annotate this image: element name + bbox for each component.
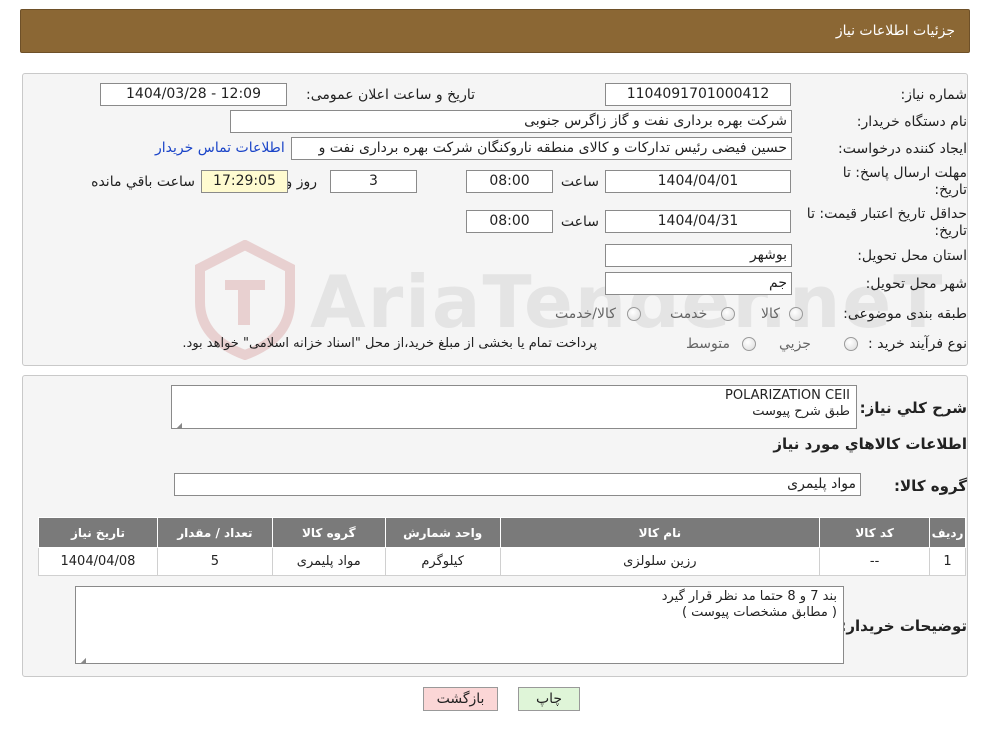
goods-group-field: مواد پلیمری — [174, 473, 861, 496]
cell-row: 1 — [929, 547, 966, 576]
print-button[interactable]: چاپ — [518, 687, 580, 711]
cell-unit: کیلوگرم — [384, 547, 501, 576]
description-textarea[interactable]: POLARIZATION CEII طبق شرح پیوست ◢ — [171, 385, 857, 430]
process-medium-label: متوسط — [686, 336, 730, 352]
announce-label: تاریخ و ساعت اعلان عمومی: — [306, 87, 475, 103]
city-label: شهر محل تحویل: — [865, 276, 967, 292]
col-row-header: رديف — [929, 517, 966, 548]
process-medium-radio[interactable] — [742, 337, 756, 351]
validity-time-field: 08:00 — [466, 210, 553, 233]
goods-table: رديف کد کالا نام کالا واحد شمارش گروه کا… — [38, 517, 966, 576]
buyer-org-field: شرکت بهره برداری نفت و گاز زاگرس جنوبی — [230, 110, 792, 133]
validity-time-label: ساعت — [560, 214, 599, 230]
cell-code: -- — [819, 547, 931, 576]
col-qty-header: تعداد / مقدار — [156, 517, 273, 548]
city-field: جم — [605, 272, 792, 295]
category-goods-radio[interactable] — [789, 307, 803, 321]
goods-table-header: رديف کد کالا نام کالا واحد شمارش گروه کا… — [38, 517, 966, 548]
description-label: شرح كلي نياز: — [859, 399, 967, 417]
days-remaining-field: 3 — [330, 170, 417, 193]
announce-datetime-field: 1404/03/28 - 12:09 — [100, 83, 287, 106]
remaining-time-field: 17:29:05 — [201, 170, 288, 193]
category-goods-service-radio[interactable] — [627, 307, 641, 321]
process-minor-label: جزیي — [779, 336, 811, 352]
validity-date-field: 1404/04/31 — [605, 210, 791, 233]
col-name-header: نام کالا — [499, 517, 821, 548]
buyer-notes-textarea[interactable]: بند 7 و 8 حتما مد نظر قرار گیرد ( مطابق … — [75, 586, 844, 665]
table-row: 1 -- رزین سلولزی کیلوگرم مواد پلیمری 5 1… — [38, 547, 966, 576]
process-minor-radio[interactable] — [844, 337, 858, 351]
description-line2: طبق شرح پیوست — [752, 404, 850, 419]
process-note: پرداخت تمام یا بخشی از مبلغ خرید،از محل … — [182, 336, 597, 351]
process-label: نوع فرآیند خرید : — [868, 336, 967, 352]
back-button[interactable]: بازگشت — [423, 687, 498, 711]
cell-group: مواد پلیمری — [271, 547, 386, 576]
col-unit-header: واحد شمارش — [384, 517, 501, 548]
buyer-org-label: نام دستگاه خریدار: — [856, 114, 967, 130]
buyer-notes-line2: ( مطابق مشخصات پیوست ) — [681, 605, 837, 620]
description-line1: POLARIZATION CEII — [725, 388, 850, 403]
cell-date: 1404/04/08 — [38, 547, 158, 576]
validity-label: حداقل تاریخ اعتبار قیمت: تا تاریخ: — [806, 206, 967, 239]
category-goods-service-label: کالا/خدمت — [555, 306, 616, 322]
remaining-label: ساعت باقي مانده — [91, 174, 195, 190]
need-number-field: 1104091701000412 — [605, 83, 791, 106]
deadline-time-field: 08:00 — [466, 170, 553, 193]
cell-name: رزین سلولزی — [499, 547, 821, 576]
goods-group-label: گروه کالا: — [894, 477, 967, 495]
resize-handle-icon[interactable]: ◢ — [78, 653, 86, 665]
deadline-date-field: 1404/04/01 — [605, 170, 791, 193]
goods-section-title: اطلاعات كالاهاي مورد نياز — [773, 435, 967, 453]
category-service-label: خدمت — [670, 306, 708, 322]
deadline-time-label: ساعت — [560, 174, 599, 190]
requester-field: حسین فیضی رئیس تدارکات و کالای منطقه نار… — [291, 137, 792, 160]
days-label: روز و — [285, 174, 318, 190]
category-goods-label: کالا — [761, 306, 780, 322]
category-label: طبقه بندی موضوعی: — [843, 306, 967, 322]
province-field: بوشهر — [605, 244, 792, 267]
cell-qty: 5 — [156, 547, 273, 576]
deadline-label: مهلت ارسال پاسخ: تا تاریخ: — [842, 165, 967, 198]
requester-label: ایجاد کننده درخواست: — [838, 141, 967, 157]
col-date-header: تاریخ نیاز — [38, 517, 158, 548]
resize-handle-icon[interactable]: ◢ — [174, 418, 182, 430]
province-label: استان محل تحویل: — [857, 248, 967, 264]
col-group-header: گروه کالا — [271, 517, 386, 548]
page-header: جزئیات اطلاعات نیاز — [20, 9, 970, 53]
buyer-notes-line1: بند 7 و 8 حتما مد نظر قرار گیرد — [661, 589, 837, 604]
category-service-radio[interactable] — [721, 307, 735, 321]
buyer-contact-link[interactable]: اطلاعات تماس خریدار — [155, 140, 285, 156]
col-code-header: کد کالا — [819, 517, 931, 548]
buyer-notes-label: توضیحات خریدار: — [840, 617, 967, 635]
page-title: جزئیات اطلاعات نیاز — [835, 23, 955, 39]
need-number-label: شماره نیاز: — [900, 87, 968, 103]
